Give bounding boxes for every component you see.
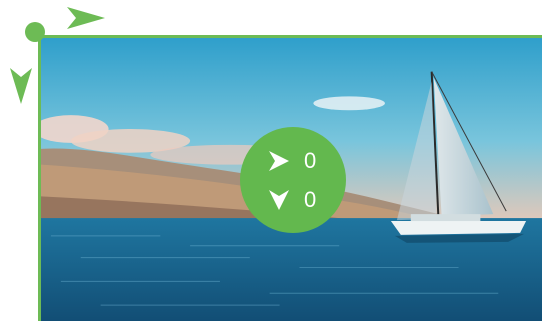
x-axis-arrow-icon (67, 7, 105, 29)
coordinate-readout: 0 0 (240, 127, 346, 233)
arrow-right-icon (269, 151, 289, 171)
origin-handle[interactable] (25, 22, 45, 42)
y-readout: 0 (240, 185, 346, 215)
x-readout: 0 (240, 146, 346, 176)
y-coordinate-value: 0 (304, 187, 317, 212)
y-axis-arrow-icon (10, 68, 32, 104)
arrow-down-icon (269, 190, 289, 210)
x-coordinate-value: 0 (304, 148, 317, 173)
